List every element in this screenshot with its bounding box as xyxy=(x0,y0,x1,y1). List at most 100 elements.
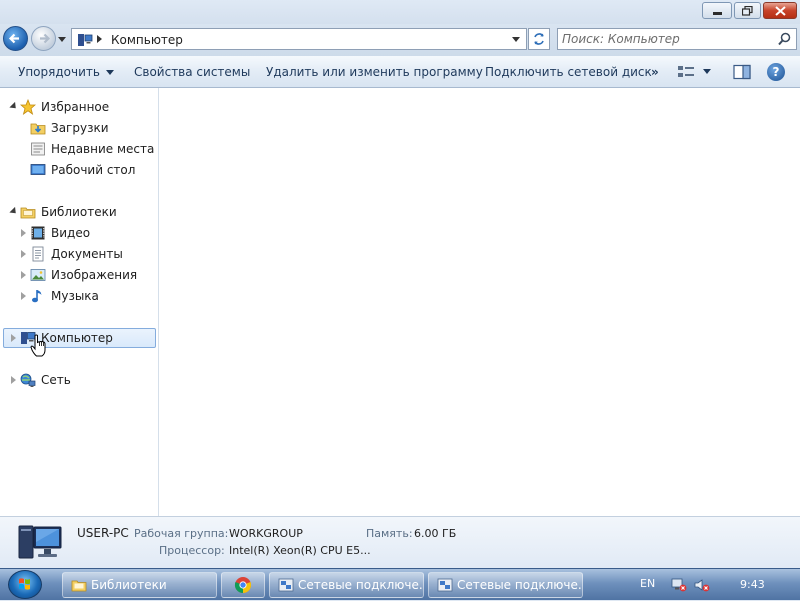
language-indicator[interactable]: EN xyxy=(640,577,655,590)
breadcrumb-arrow-icon[interactable] xyxy=(97,35,102,43)
expanded-arrow-icon[interactable] xyxy=(9,101,19,112)
nav-label: Музыка xyxy=(51,289,99,303)
refresh-icon xyxy=(534,33,544,45)
network-connections-icon xyxy=(278,578,294,592)
windows-logo-icon xyxy=(19,578,30,590)
taskbar-network-connections-1[interactable]: Сетевые подключе... xyxy=(269,572,424,598)
restore-button[interactable] xyxy=(734,2,761,19)
memory-label: Память: xyxy=(366,527,413,540)
map-network-drive-button[interactable]: Подключить сетевой диск xyxy=(485,65,652,79)
clock[interactable]: 9:43 xyxy=(740,578,765,591)
navigation-pane: Избранное Загрузки Недавние места Рабочи… xyxy=(0,88,159,516)
network-icon xyxy=(20,373,36,387)
back-button[interactable] xyxy=(3,26,28,51)
organize-menu[interactable]: Упорядочить xyxy=(18,65,114,79)
computer-name: USER-PC xyxy=(77,526,129,540)
nav-label: Рабочий стол xyxy=(51,163,136,177)
video-icon xyxy=(31,226,45,240)
breadcrumb-computer[interactable]: Компьютер xyxy=(111,33,183,47)
nav-label: Библиотеки xyxy=(41,205,117,219)
computer-icon xyxy=(18,525,62,559)
more-commands-button[interactable]: » xyxy=(651,65,659,79)
address-bar[interactable]: Компьютер xyxy=(71,28,527,50)
music-note-icon xyxy=(32,290,42,303)
nav-network[interactable]: Сеть xyxy=(20,370,71,390)
nav-music[interactable]: Музыка xyxy=(30,286,99,306)
address-row: Компьютер xyxy=(0,24,800,56)
memory-value: 6.00 ГБ xyxy=(414,527,457,540)
help-icon: ? xyxy=(772,65,780,79)
taskbar-label: Библиотеки xyxy=(91,578,167,592)
close-button[interactable] xyxy=(763,2,797,19)
taskbar-libraries[interactable]: Библиотеки xyxy=(62,572,217,598)
collapsed-arrow-icon[interactable] xyxy=(11,334,16,342)
nav-downloads[interactable]: Загрузки xyxy=(30,118,109,138)
arrow-right-icon xyxy=(40,33,51,44)
processor-label: Процессор: xyxy=(159,544,225,557)
nav-libraries[interactable]: Библиотеки xyxy=(20,202,117,222)
forward-button[interactable] xyxy=(31,26,56,51)
workgroup-value: WORKGROUP xyxy=(229,527,303,540)
workgroup-label: Рабочая группа: xyxy=(134,527,229,540)
network-tray-icon[interactable] xyxy=(671,578,687,592)
collapsed-arrow-icon[interactable] xyxy=(21,229,26,237)
volume-muted-icon[interactable] xyxy=(694,578,710,592)
hand-cursor-icon xyxy=(30,334,46,357)
desktop-icon xyxy=(30,164,46,175)
network-connections-icon xyxy=(437,578,453,592)
taskbar-chrome[interactable] xyxy=(221,572,265,598)
nav-favorites[interactable]: Избранное xyxy=(20,97,109,117)
address-history-dropdown[interactable] xyxy=(512,37,520,42)
help-button[interactable]: ? xyxy=(767,63,785,81)
nav-label: Недавние места xyxy=(51,142,155,156)
arrow-left-icon xyxy=(8,33,19,44)
nav-desktop[interactable]: Рабочий стол xyxy=(30,160,135,180)
images-icon xyxy=(30,269,46,281)
search-input[interactable] xyxy=(562,31,772,47)
view-options-dropdown[interactable] xyxy=(703,69,711,74)
libraries-icon xyxy=(20,207,36,219)
recent-places-icon xyxy=(31,142,45,156)
system-properties-button[interactable]: Свойства системы xyxy=(134,65,250,79)
minimize-button[interactable] xyxy=(702,2,732,19)
libraries-icon xyxy=(71,580,87,592)
preview-pane-icon[interactable] xyxy=(733,64,751,80)
expanded-arrow-icon[interactable] xyxy=(9,206,19,217)
nav-label: Изображения xyxy=(51,268,138,282)
title-bar xyxy=(0,0,800,24)
downloads-folder-icon xyxy=(30,123,46,135)
close-icon xyxy=(774,5,786,16)
chevron-down-icon xyxy=(105,70,114,75)
collapsed-arrow-icon[interactable] xyxy=(11,376,16,384)
change-view-icon[interactable] xyxy=(677,64,695,80)
taskbar-label: Сетевые подключе... xyxy=(457,578,583,592)
nav-label: Документы xyxy=(51,247,123,261)
file-list-area[interactable] xyxy=(159,88,800,516)
star-icon xyxy=(20,99,36,115)
start-button[interactable] xyxy=(8,570,42,599)
computer-icon xyxy=(78,34,93,46)
uninstall-program-button[interactable]: Удалить или изменить программу xyxy=(266,65,483,79)
organize-label: Упорядочить xyxy=(18,65,100,79)
nav-video[interactable]: Видео xyxy=(30,223,90,243)
nav-documents[interactable]: Документы xyxy=(30,244,123,264)
collapsed-arrow-icon[interactable] xyxy=(21,250,26,258)
nav-label: Загрузки xyxy=(51,121,109,135)
nav-label: Компьютер xyxy=(41,331,113,345)
taskbar: Библиотеки Сетевые подключе... Сетевые п… xyxy=(0,568,800,600)
nav-recent-places[interactable]: Недавние места xyxy=(30,139,154,159)
nav-label: Сеть xyxy=(41,373,71,387)
collapsed-arrow-icon[interactable] xyxy=(21,271,26,279)
nav-label: Избранное xyxy=(41,100,110,114)
nav-label: Видео xyxy=(51,226,91,240)
chrome-icon xyxy=(234,577,252,594)
search-icon[interactable] xyxy=(778,32,791,46)
documents-icon xyxy=(32,246,44,262)
recent-pages-dropdown[interactable] xyxy=(58,37,66,42)
collapsed-arrow-icon[interactable] xyxy=(21,292,26,300)
taskbar-network-connections-2[interactable]: Сетевые подключе... xyxy=(428,572,583,598)
refresh-button[interactable] xyxy=(528,28,550,50)
restore-icon xyxy=(742,5,753,16)
nav-images[interactable]: Изображения xyxy=(30,265,137,285)
search-box[interactable] xyxy=(557,28,797,50)
